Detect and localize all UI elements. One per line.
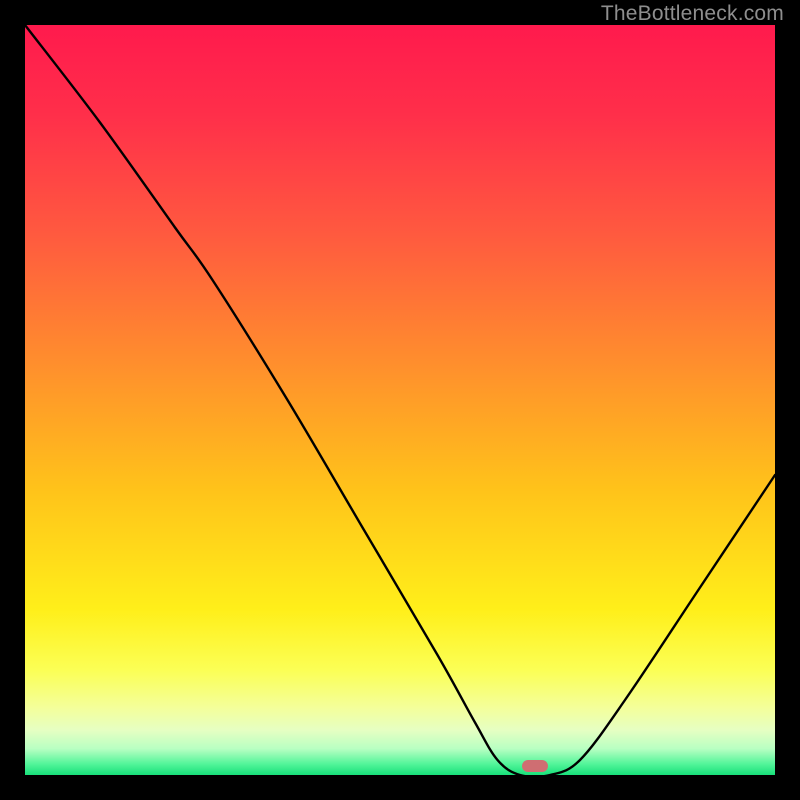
chart-frame: TheBottleneck.com [0, 0, 800, 800]
optimal-marker [522, 760, 548, 772]
plot-area [25, 25, 775, 775]
watermark-text: TheBottleneck.com [601, 2, 784, 26]
background-gradient [25, 25, 775, 775]
